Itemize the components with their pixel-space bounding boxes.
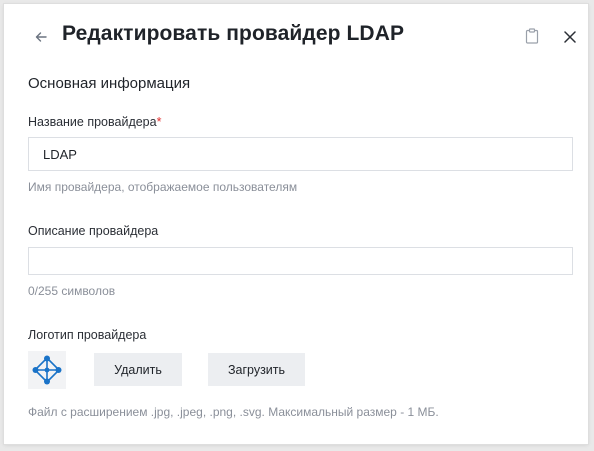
arrow-left-icon <box>35 32 47 42</box>
delete-logo-button[interactable]: Удалить <box>94 353 182 386</box>
section-title: Основная информация <box>28 75 191 92</box>
close-icon <box>564 31 576 43</box>
provider-name-input[interactable] <box>28 137 573 171</box>
upload-logo-button[interactable]: Загрузить <box>208 353 305 386</box>
back-button[interactable] <box>30 26 52 48</box>
ldap-logo-icon <box>32 355 62 385</box>
dialog-title: Редактировать провайдер LDAP <box>62 22 405 45</box>
required-mark: * <box>156 115 162 129</box>
provider-logo-preview <box>28 351 66 389</box>
provider-description-input[interactable] <box>28 247 573 275</box>
provider-logo-label: Логотип провайдера <box>28 328 147 342</box>
clipboard-button[interactable] <box>522 26 542 46</box>
provider-description-label: Описание провайдера <box>28 224 159 238</box>
provider-logo-hint: Файл с расширением .jpg, .jpeg, .png, .s… <box>28 405 439 419</box>
provider-name-label: Название провайдера* <box>28 115 161 129</box>
edit-ldap-provider-dialog: Редактировать провайдер LDAP Основная ин… <box>4 4 588 444</box>
close-button[interactable] <box>559 26 581 48</box>
clipboard-icon <box>525 28 539 44</box>
provider-name-hint: Имя провайдера, отображаемое пользовател… <box>28 180 298 194</box>
provider-name-label-text: Название провайдера <box>28 115 157 129</box>
provider-description-counter: 0/255 символов <box>28 284 116 298</box>
